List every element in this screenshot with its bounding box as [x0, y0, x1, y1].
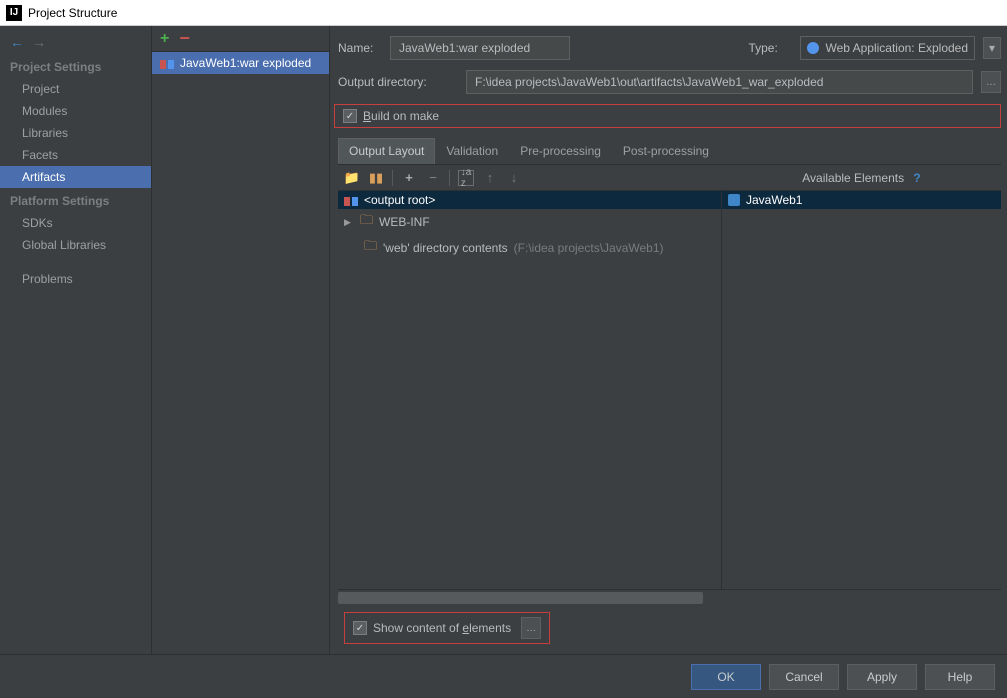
tab-validation[interactable]: Validation: [435, 138, 509, 164]
help-button[interactable]: Help: [925, 664, 995, 690]
dir-contents-icon: 🗀: [364, 237, 377, 259]
add-element-button[interactable]: +: [401, 170, 417, 186]
outdir-label: Output directory:: [338, 75, 458, 89]
structure-body: <output root> ▶ 🗀 WEB-INF 🗀 'web' direct…: [338, 191, 1001, 590]
back-icon[interactable]: ←: [10, 34, 24, 48]
sidebar-item-modules[interactable]: Modules: [0, 100, 151, 122]
show-content-checkbox[interactable]: ✓: [353, 621, 367, 635]
build-on-make-checkbox[interactable]: ✓: [343, 109, 357, 123]
show-content-label: Show content of elementsShow content of …: [373, 621, 511, 635]
remove-artifact-button[interactable]: −: [179, 28, 190, 49]
sidebar-item-sdks[interactable]: SDKs: [0, 212, 151, 234]
horizontal-scrollbar[interactable]: [338, 592, 1001, 604]
name-input[interactable]: [390, 36, 570, 60]
apply-button[interactable]: Apply: [847, 664, 917, 690]
web-app-icon: [807, 42, 819, 54]
build-on-make-label: BBuild on makeuild on make: [363, 109, 439, 123]
tree-webdir[interactable]: 🗀 'web' directory contents (F:\idea proj…: [338, 235, 721, 261]
sidebar-heading-platform: Platform Settings: [0, 188, 151, 212]
separator: [392, 170, 393, 186]
sidebar: ← → Project Settings Project Modules Lib…: [0, 26, 152, 654]
artifact-list-label: JavaWeb1:war exploded: [180, 56, 311, 70]
create-archive-icon[interactable]: ▮▮: [368, 170, 384, 186]
tree-webdir-path: (F:\idea projects\JavaWeb1): [514, 241, 664, 255]
ok-button[interactable]: OK: [691, 664, 761, 690]
window-title: Project Structure: [28, 6, 117, 20]
available-elements: Available Elements ? JavaWeb1: [721, 191, 1001, 589]
sidebar-item-artifacts[interactable]: Artifacts: [0, 166, 151, 188]
sidebar-item-problems[interactable]: Problems: [0, 268, 151, 290]
show-content-row: ✓ Show content of elementsShow content o…: [338, 604, 1001, 648]
app-icon: IJ: [6, 5, 22, 21]
tab-post-processing[interactable]: Post-processing: [612, 138, 720, 164]
type-dropdown-button[interactable]: ▾: [983, 37, 1001, 59]
show-content-options-button[interactable]: …: [521, 617, 541, 639]
artifact-list-column: + − JavaWeb1:war exploded: [152, 26, 330, 654]
folder-icon: 🗀: [360, 211, 373, 233]
tree-webinf-label: WEB-INF: [379, 215, 430, 229]
expand-icon[interactable]: ▶: [344, 217, 354, 228]
type-label: Type:: [748, 41, 792, 55]
type-select[interactable]: Web Application: Exploded: [800, 36, 975, 60]
output-directory-input[interactable]: [466, 70, 973, 94]
tree-root-label: <output root>: [364, 193, 435, 207]
browse-output-button[interactable]: …: [981, 71, 1001, 93]
main-content: ← → Project Settings Project Modules Lib…: [0, 26, 1007, 654]
scrollbar-thumb[interactable]: [338, 592, 703, 604]
cancel-button[interactable]: Cancel: [769, 664, 839, 690]
output-tree: <output root> ▶ 🗀 WEB-INF 🗀 'web' direct…: [338, 191, 721, 589]
move-down-icon[interactable]: ↓: [506, 170, 522, 186]
tree-webdir-label: 'web' directory contents: [383, 241, 508, 255]
sidebar-item-libraries[interactable]: Libraries: [0, 122, 151, 144]
tree-webinf[interactable]: ▶ 🗀 WEB-INF: [338, 209, 721, 235]
separator: [449, 170, 450, 186]
move-up-icon[interactable]: ↑: [482, 170, 498, 186]
artifact-icon: [344, 194, 358, 206]
module-icon: [728, 194, 740, 206]
sort-icon[interactable]: ↓az: [458, 170, 474, 186]
tab-pre-processing[interactable]: Pre-processing: [509, 138, 612, 164]
artifact-list-toolbar: + −: [152, 26, 329, 52]
available-header: Available Elements ?: [722, 165, 1001, 191]
sidebar-item-facets[interactable]: Facets: [0, 144, 151, 166]
tree-root[interactable]: <output root>: [338, 191, 721, 209]
forward-icon[interactable]: →: [32, 34, 46, 48]
dialog-buttons: OK Cancel Apply Help: [0, 654, 1007, 698]
create-dir-icon[interactable]: 📁: [344, 170, 360, 186]
titlebar: IJ Project Structure: [0, 0, 1007, 26]
available-header-label: Available Elements: [802, 171, 904, 185]
artifact-detail: Name: Type: Web Application: Exploded ▾ …: [330, 26, 1007, 654]
available-module[interactable]: JavaWeb1: [722, 191, 1001, 209]
detail-tabs: Output Layout Validation Pre-processing …: [338, 138, 1001, 165]
sidebar-nav: ← →: [0, 34, 151, 54]
add-artifact-button[interactable]: +: [160, 30, 169, 48]
artifact-list-item[interactable]: JavaWeb1:war exploded: [152, 52, 329, 74]
name-row: Name: Type: Web Application: Exploded ▾: [338, 36, 1001, 60]
build-on-make-highlight: ✓ BBuild on makeuild on make: [334, 104, 1001, 128]
artifact-icon: [160, 57, 174, 69]
sidebar-heading-project: Project Settings: [0, 54, 151, 78]
tab-output-layout[interactable]: Output Layout: [338, 138, 435, 164]
outdir-row: Output directory: …: [338, 70, 1001, 94]
sidebar-item-project[interactable]: Project: [0, 78, 151, 100]
type-value: Web Application: Exploded: [825, 41, 968, 55]
remove-element-button[interactable]: −: [425, 170, 441, 186]
name-label: Name:: [338, 41, 382, 55]
help-icon[interactable]: ?: [913, 171, 920, 185]
available-module-label: JavaWeb1: [746, 193, 802, 207]
sidebar-item-global-libraries[interactable]: Global Libraries: [0, 234, 151, 256]
